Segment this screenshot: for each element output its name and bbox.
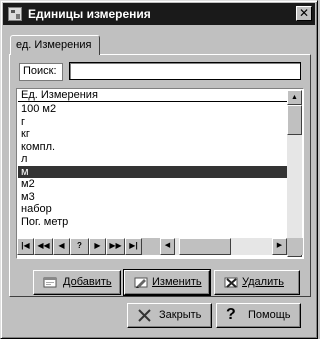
help-nav-button[interactable]: ? bbox=[70, 238, 89, 255]
edit-button[interactable]: Изменить bbox=[123, 269, 211, 296]
footer-separator bbox=[9, 299, 311, 300]
search-label: Поиск: bbox=[19, 63, 63, 81]
add-record-icon bbox=[43, 277, 57, 288]
list-item[interactable]: 100 м2 bbox=[18, 103, 287, 116]
list-item[interactable]: м bbox=[18, 165, 287, 178]
list-item[interactable]: кг bbox=[18, 128, 287, 141]
help-button[interactable]: ? Помощь bbox=[216, 303, 301, 328]
vertical-scroll-thumb[interactable] bbox=[287, 105, 302, 135]
list-item[interactable]: компл. bbox=[18, 141, 287, 154]
titlebar[interactable]: Единицы измерения ✕ bbox=[3, 3, 315, 25]
list-item[interactable]: м2 bbox=[18, 178, 287, 191]
record-navigator: |◀ ◀◀ ◀ ? ▶ ▶▶ ▶| ◀ ▶ bbox=[17, 238, 287, 255]
delete-button[interactable]: Удалить bbox=[214, 270, 300, 295]
vertical-scrollbar[interactable]: ▲ ▼ bbox=[287, 90, 302, 257]
edit-button-label: Изменить bbox=[152, 276, 202, 288]
x-icon bbox=[138, 309, 151, 322]
delete-button-label: Удалить bbox=[242, 276, 284, 288]
list-item[interactable]: Пог. метр bbox=[18, 216, 287, 229]
horizontal-scroll-thumb[interactable] bbox=[179, 238, 231, 255]
close-button[interactable]: Закрыть bbox=[127, 303, 212, 328]
tab-units[interactable]: ед. Измерения bbox=[10, 35, 100, 55]
prev-page-button[interactable]: ◀◀ bbox=[34, 238, 53, 255]
scroll-corner bbox=[287, 238, 303, 255]
next-record-button[interactable]: ▶ bbox=[89, 238, 106, 255]
next-page-button[interactable]: ▶▶ bbox=[106, 238, 125, 255]
add-button[interactable]: Добавить bbox=[33, 270, 121, 295]
prev-record-button[interactable]: ◀ bbox=[53, 238, 70, 255]
question-icon: ? bbox=[226, 306, 236, 323]
window-app-icon bbox=[8, 7, 22, 21]
add-button-label: Добавить bbox=[63, 276, 112, 288]
help-button-label: Помощь bbox=[248, 309, 291, 321]
units-dialog: Единицы измерения ✕ ед. Измерения Поиск:… bbox=[0, 0, 318, 339]
search-input[interactable] bbox=[69, 62, 301, 80]
list-item[interactable]: м3 bbox=[18, 191, 287, 204]
scroll-right-button[interactable]: ▶ bbox=[272, 238, 287, 255]
window-close-button[interactable]: ✕ bbox=[296, 6, 312, 21]
list-item[interactable]: л bbox=[18, 153, 287, 166]
scroll-up-button[interactable]: ▲ bbox=[287, 90, 302, 105]
last-record-button[interactable]: ▶| bbox=[125, 238, 142, 255]
delete-record-icon bbox=[224, 277, 238, 288]
edit-record-icon bbox=[134, 277, 148, 288]
first-record-button[interactable]: |◀ bbox=[17, 238, 34, 255]
window-title: Единицы измерения bbox=[28, 7, 151, 21]
column-header[interactable]: Ед. Измерения bbox=[18, 90, 287, 102]
grid-body: 100 м2 г кг компл. л м м2 м3 набор Пог. метр bbox=[18, 103, 287, 228]
scroll-left-button[interactable]: ◀ bbox=[160, 238, 175, 255]
units-grid[interactable]: Ед. Измерения 100 м2 г кг компл. л м м2 м3 набор… bbox=[16, 88, 304, 259]
list-item[interactable]: набор bbox=[18, 203, 287, 216]
close-button-label: Закрыть bbox=[159, 309, 202, 321]
list-item[interactable]: г bbox=[18, 116, 287, 129]
